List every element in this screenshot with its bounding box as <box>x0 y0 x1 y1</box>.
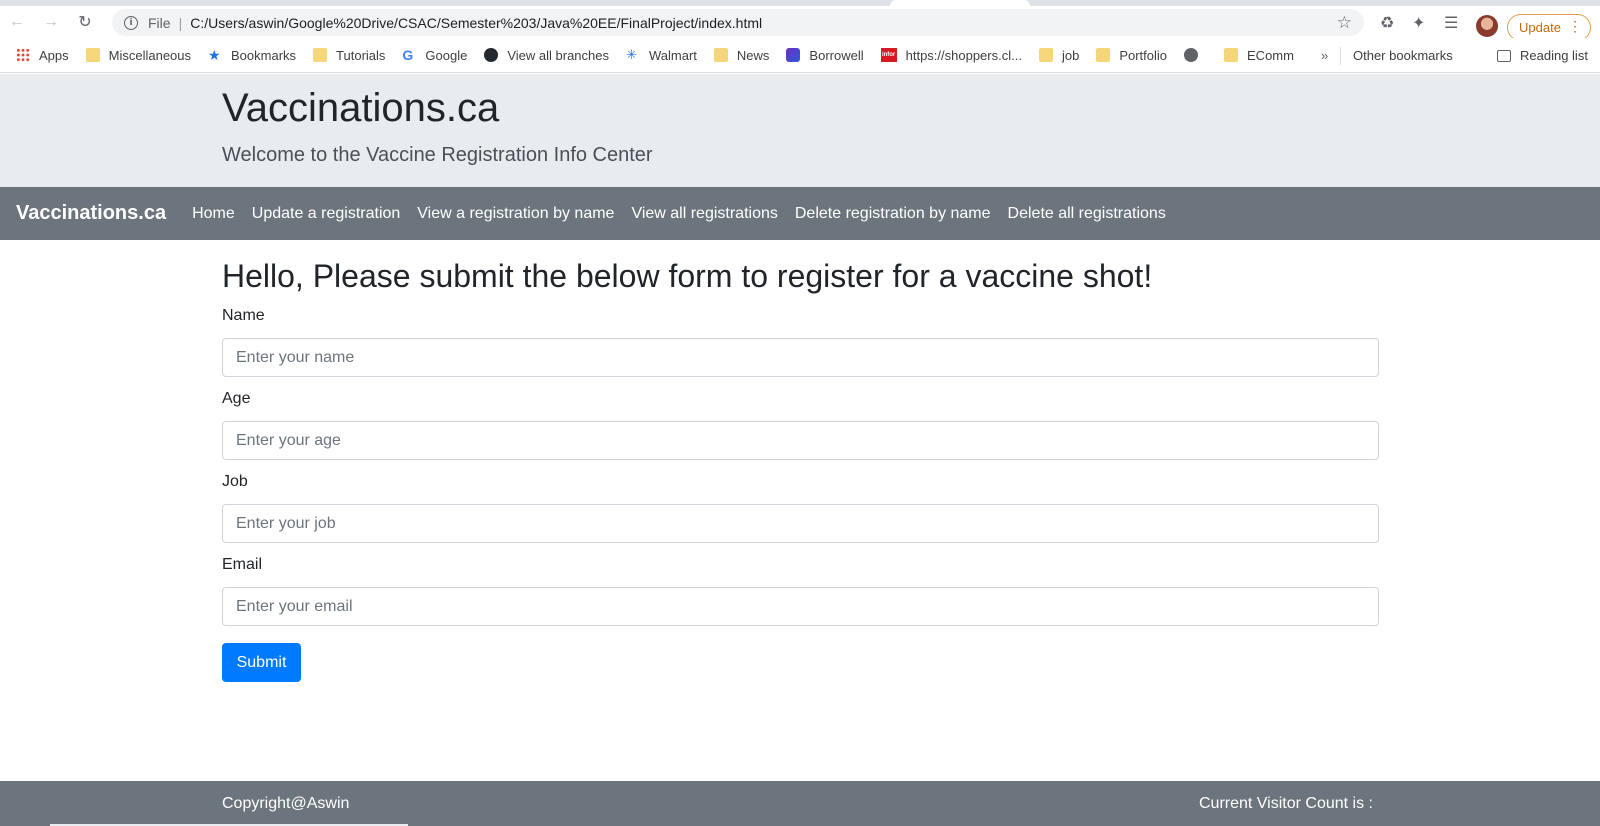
jumbotron-header: Vaccinations.ca Welcome to the Vaccine R… <box>0 74 1600 187</box>
bookmark-label: job <box>1061 47 1080 63</box>
folder-icon <box>713 48 728 62</box>
infor-icon: infor <box>880 48 897 62</box>
name-input[interactable] <box>222 338 1379 377</box>
address-bar[interactable]: i File | C:/Users/aswin/Google%20Drive/C… <box>112 9 1364 36</box>
job-label: Job <box>222 473 248 490</box>
main-navbar: Vaccinations.ca Home Update a registrati… <box>0 187 1600 240</box>
google-icon: G <box>402 47 414 63</box>
bookmark-other-bookmarks[interactable]: Other bookmarks <box>1353 48 1453 63</box>
bookmark-ecomm[interactable]: EComm <box>1224 48 1294 63</box>
bookmark-label: Google <box>425 47 468 63</box>
bookmark-label: Apps <box>39 47 69 63</box>
folder-icon <box>85 48 100 62</box>
folder-icon <box>1224 48 1239 62</box>
site-title: Vaccinations.ca <box>222 86 500 130</box>
bookmark-star-icon[interactable]: ☆ <box>1337 13 1352 33</box>
page-footer: Copyright@Aswin Current Visitor Count is… <box>0 781 1600 826</box>
nav-link-home[interactable]: Home <box>192 205 235 223</box>
bookmark-google[interactable]: G Google <box>402 47 467 63</box>
reload-icon[interactable]: ↻ <box>68 6 102 38</box>
url-text[interactable]: C:/Users/aswin/Google%20Drive/CSAC/Semes… <box>190 15 762 31</box>
folder-icon <box>313 48 328 62</box>
update-button[interactable]: Update ⋮ <box>1507 14 1591 41</box>
apps-icon <box>16 48 30 62</box>
update-label: Update <box>1519 20 1561 35</box>
walmart-icon: ✳ <box>626 47 637 62</box>
reading-list-label: Reading list <box>1520 48 1588 63</box>
bookmark-borrowell[interactable]: Borrowell <box>786 47 864 63</box>
bookmark-globe[interactable] <box>1184 48 1207 62</box>
page-heading: Hello, Please submit the below form to r… <box>222 258 1153 294</box>
forward-arrow-icon[interactable]: → <box>34 6 68 38</box>
registration-section: Hello, Please submit the below form to r… <box>222 240 1379 682</box>
browser-toolbar: ← → ↻ i File | C:/Users/aswin/Google%20D… <box>0 6 1600 41</box>
other-bookmarks-label: Other bookmarks <box>1353 48 1453 63</box>
extensions-puzzle-icon[interactable]: ✦ <box>1412 13 1425 33</box>
bookmark-label: View all branches <box>507 47 609 63</box>
bookmark-miscellaneous[interactable]: Miscellaneous <box>85 47 192 63</box>
visitor-count-label: Current Visitor Count is : <box>1199 795 1373 812</box>
reading-list-icon <box>1497 49 1511 62</box>
name-label: Name <box>222 307 265 324</box>
copyright-text: Copyright@Aswin <box>222 795 350 812</box>
bookmark-label: Bookmarks <box>231 47 297 63</box>
globe-icon <box>1184 48 1199 62</box>
reading-list-button[interactable]: Reading list <box>1497 48 1588 63</box>
info-icon[interactable]: i <box>124 15 138 30</box>
folder-icon <box>1096 48 1111 62</box>
bookmarks-divider <box>1340 47 1341 65</box>
bookmark-label: Walmart <box>649 47 697 63</box>
age-label: Age <box>222 390 251 407</box>
nav-link-update-registration[interactable]: Update a registration <box>252 205 401 223</box>
bookmark-job[interactable]: job <box>1038 47 1080 63</box>
star-icon: ★ <box>208 46 221 63</box>
bookmarks-bar: Apps Miscellaneous ★ Bookmarks Tutorials … <box>0 38 1600 73</box>
recycle-icon[interactable]: ♻ <box>1380 13 1394 33</box>
bookmark-view-all-branches[interactable]: View all branches <box>484 48 609 63</box>
bookmark-bookmarks[interactable]: ★ Bookmarks <box>208 47 296 64</box>
bookmark-portfolio[interactable]: Portfolio <box>1096 48 1167 63</box>
nav-link-view-registration-by-name[interactable]: View a registration by name <box>417 205 614 223</box>
nav-link-view-all-registrations[interactable]: View all registrations <box>631 205 777 223</box>
email-label: Email <box>222 556 263 573</box>
scheme-label: File <box>148 14 171 31</box>
borrowell-icon <box>786 48 801 62</box>
nav-link-delete-all-registrations[interactable]: Delete all registrations <box>1008 205 1166 223</box>
bookmark-label: Portfolio <box>1119 47 1168 63</box>
bookmark-walmart[interactable]: ✳ Walmart <box>626 47 697 63</box>
folder-icon <box>1038 48 1053 62</box>
media-queue-icon[interactable]: ☰ <box>1444 13 1458 33</box>
bookmark-news[interactable]: News <box>713 47 770 63</box>
bookmark-label: https://shoppers.cl... <box>905 47 1022 63</box>
bookmark-label: Borrowell <box>809 47 864 63</box>
email-input[interactable] <box>222 587 1379 626</box>
age-input[interactable] <box>222 421 1379 460</box>
bookmarks-overflow-chevron-icon[interactable]: » <box>1321 48 1328 63</box>
profile-avatar[interactable] <box>1476 15 1498 37</box>
bookmark-label: EComm <box>1247 47 1294 63</box>
bookmark-label: News <box>736 47 770 63</box>
registration-form: Name Age Job Email Submit <box>222 307 1379 682</box>
navbar-brand[interactable]: Vaccinations.ca <box>16 202 166 225</box>
bookmark-label: Miscellaneous <box>108 47 192 63</box>
site-subtitle: Welcome to the Vaccine Registration Info… <box>222 144 653 166</box>
bookmark-label: Tutorials <box>336 47 386 63</box>
menu-dots-icon[interactable]: ⋮ <box>1568 18 1582 35</box>
back-arrow-icon[interactable]: ← <box>0 6 34 38</box>
bookmark-tutorials[interactable]: Tutorials <box>313 48 385 63</box>
github-icon <box>484 48 499 62</box>
bookmark-shoppers[interactable]: infor https://shoppers.cl... <box>880 47 1022 63</box>
job-input[interactable] <box>222 504 1379 543</box>
bookmark-apps[interactable]: Apps <box>16 48 69 63</box>
omnibox-separator: | <box>178 14 183 31</box>
nav-link-delete-registration-by-name[interactable]: Delete registration by name <box>795 205 991 223</box>
submit-button[interactable]: Submit <box>222 643 301 682</box>
